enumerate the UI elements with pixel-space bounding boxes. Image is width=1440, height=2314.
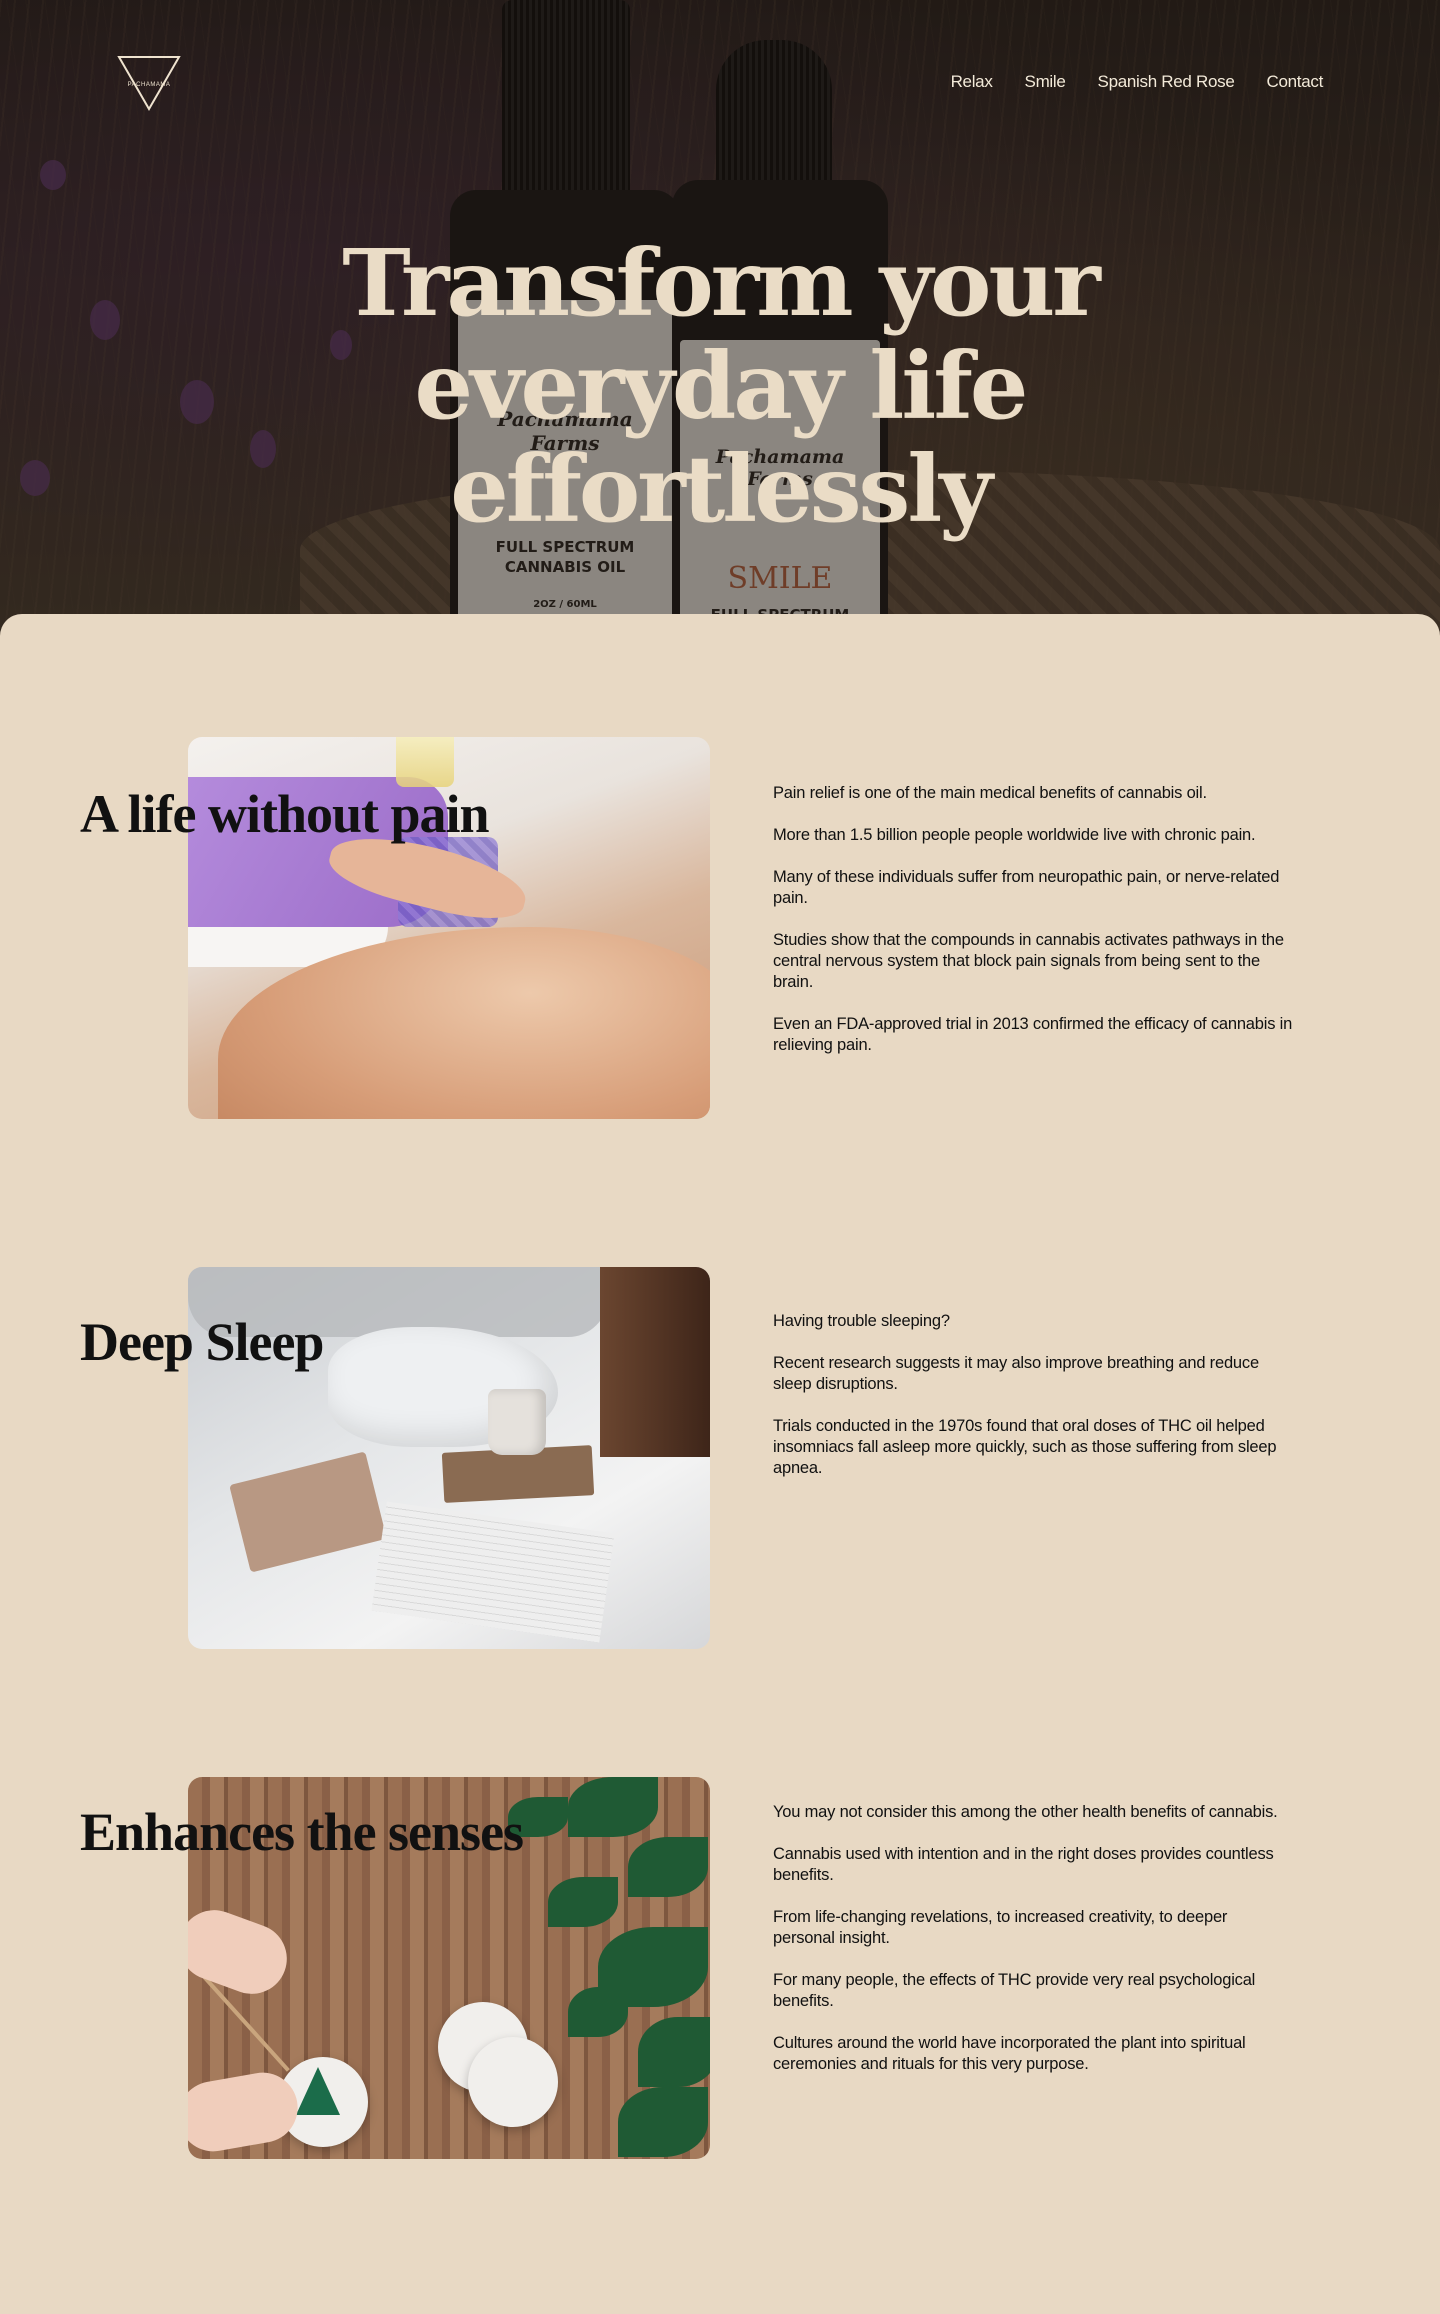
feature-paragraph: Having trouble sleeping? xyxy=(773,1312,950,1330)
feature-paragraph: For many people, the effects of THC prov… xyxy=(773,1971,1256,2010)
feature-text: You may not consider this among the othe… xyxy=(773,1802,1293,2096)
hero-title-line: effortlessly xyxy=(450,435,993,543)
feature-senses: Enhances the senses You may not consider… xyxy=(0,1654,1440,2214)
nav-link-contact[interactable]: Contact xyxy=(1267,72,1324,92)
feature-paragraph: Many of these individuals suffer from ne… xyxy=(773,868,1280,907)
content-panel: A life without pain Pain relief is one o… xyxy=(0,614,1440,2314)
feature-title: A life without pain xyxy=(80,784,490,844)
nav-link-spanish-red-rose[interactable]: Spanish Red Rose xyxy=(1098,72,1235,92)
feature-text: Having trouble sleeping? Recent research… xyxy=(773,1311,1293,1500)
feature-paragraph: From life-changing revelations, to incre… xyxy=(773,1908,1228,1947)
feature-paragraph: Even an FDA-approved trial in 2013 confi… xyxy=(773,1015,1293,1054)
feature-paragraph: You may not consider this among the othe… xyxy=(773,1803,1278,1821)
feature-paragraph: More than 1.5 billion people people worl… xyxy=(773,826,1256,844)
feature-paragraph: Pain relief is one of the main medical b… xyxy=(773,784,1207,802)
feature-paragraph: Cultures around the world have incorpora… xyxy=(773,2034,1246,2073)
feature-deep-sleep: Deep Sleep Having trouble sleeping? Rece… xyxy=(0,1144,1440,1704)
hero-section: Pachamama Farms FULL SPECTRUM CANNABIS O… xyxy=(0,0,1440,640)
hero-title: Transform your everyday life effortlessl… xyxy=(0,232,1440,541)
feature-paragraph: Cannabis used with intention and in the … xyxy=(773,1845,1274,1884)
feature-title: Deep Sleep xyxy=(80,1312,324,1372)
main-nav: Relax Smile Spanish Red Rose Contact xyxy=(951,72,1324,92)
pachamama-logo[interactable]: PACHAMAMA xyxy=(116,54,182,112)
feature-pain-relief: A life without pain Pain relief is one o… xyxy=(0,614,1440,1174)
feature-text: Pain relief is one of the main medical b… xyxy=(773,783,1293,1077)
nav-link-smile[interactable]: Smile xyxy=(1025,72,1066,92)
feature-paragraph: Studies show that the compounds in canna… xyxy=(773,931,1284,991)
nav-link-relax[interactable]: Relax xyxy=(951,72,993,92)
feature-paragraph: Trials conducted in the 1970s found that… xyxy=(773,1417,1277,1477)
hero-title-line: everyday life xyxy=(414,332,1029,440)
logo-text: PACHAMAMA xyxy=(127,82,171,88)
feature-paragraph: Recent research suggests it may also imp… xyxy=(773,1354,1259,1393)
hero-title-line: Transform your xyxy=(342,229,1101,337)
feature-title: Enhances the senses xyxy=(80,1802,524,1862)
